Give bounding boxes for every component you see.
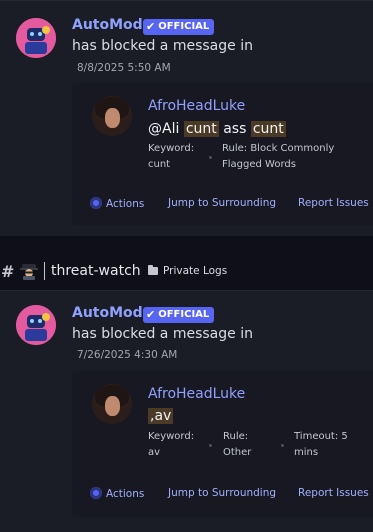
channel-name[interactable]: threat-watch bbox=[51, 263, 141, 279]
action-description: has blocked a message in bbox=[72, 38, 253, 54]
keyword-label: Keyword: bbox=[148, 431, 195, 442]
keyword-value: cunt bbox=[148, 159, 171, 170]
separator-dot bbox=[209, 156, 212, 159]
automod-card-1: AutoMod ✔ OFFICIAL has blocked a message… bbox=[0, 0, 373, 236]
shield-icon bbox=[90, 197, 102, 209]
actions-label: Actions bbox=[106, 198, 145, 210]
keyword-meta: Keyword: av bbox=[148, 429, 194, 461]
badge-label: OFFICIAL bbox=[158, 309, 210, 320]
badge-label: OFFICIAL bbox=[158, 21, 210, 32]
automod-avatar[interactable] bbox=[16, 18, 56, 58]
actions-label: Actions bbox=[106, 488, 145, 500]
message-word: ass bbox=[223, 121, 247, 137]
rule-meta: Rule: Block Commonly Flagged Words bbox=[222, 141, 334, 173]
user-avatar[interactable] bbox=[92, 384, 132, 424]
rule-value: Flagged Words bbox=[222, 159, 296, 170]
timeout-meta: Timeout: 5 mins bbox=[294, 429, 348, 461]
flagged-word: cunt bbox=[183, 121, 219, 137]
automod-card-2: AutoMod ✔ OFFICIAL has blocked a message… bbox=[0, 290, 373, 532]
folder-icon bbox=[148, 265, 158, 275]
keyword-value: av bbox=[148, 447, 161, 458]
channel-header: # threat-watch Private Logs bbox=[0, 259, 373, 283]
rule-label: Rule: Block Commonly bbox=[222, 143, 335, 154]
jump-to-surrounding-link[interactable]: Jump to Surrounding bbox=[168, 487, 276, 499]
detective-icon bbox=[20, 264, 38, 280]
blocked-message-content: @Ali cunt ass cunt bbox=[148, 121, 286, 137]
checkmark-icon: ✔ bbox=[146, 308, 156, 321]
rule-value: Other bbox=[223, 447, 252, 458]
timeout-label: Timeout: 5 bbox=[294, 431, 348, 442]
flagged-word: cunt bbox=[250, 121, 286, 137]
blocked-message-content: ,av bbox=[148, 408, 174, 424]
bot-name[interactable]: AutoMod bbox=[72, 305, 143, 321]
channel-hash-icon: # bbox=[1, 261, 15, 281]
blocked-message-box: AfroHeadLuke ,av Keyword: av Rule: Other… bbox=[72, 371, 373, 517]
timestamp: 8/8/2025 5:50 AM bbox=[77, 62, 171, 74]
divider bbox=[44, 262, 45, 280]
mention[interactable]: @Ali bbox=[148, 121, 179, 137]
flagged-word: ,av bbox=[148, 408, 174, 424]
action-description: has blocked a message in bbox=[72, 326, 253, 342]
robot-icon bbox=[16, 18, 56, 58]
user-name[interactable]: AfroHeadLuke bbox=[148, 386, 245, 402]
timeout-value: mins bbox=[294, 447, 319, 458]
actions-button[interactable]: Actions bbox=[90, 487, 144, 500]
checkmark-icon: ✔ bbox=[146, 20, 156, 33]
report-issues-link[interactable]: Report Issues bbox=[298, 197, 369, 209]
automod-avatar[interactable] bbox=[16, 305, 56, 345]
bot-name[interactable]: AutoMod bbox=[72, 17, 143, 33]
rule-label: Rule: bbox=[223, 431, 249, 442]
official-badge: ✔ OFFICIAL bbox=[143, 307, 215, 323]
keyword-meta: Keyword: cunt bbox=[148, 141, 194, 173]
official-badge: ✔ OFFICIAL bbox=[143, 19, 215, 35]
timestamp: 7/26/2025 4:30 AM bbox=[77, 349, 178, 361]
robot-icon bbox=[16, 305, 56, 345]
rule-meta: Rule: Other bbox=[223, 429, 251, 461]
separator-dot bbox=[281, 444, 284, 447]
shield-icon bbox=[90, 487, 102, 499]
keyword-label: Keyword: bbox=[148, 143, 195, 154]
category-name[interactable]: Private Logs bbox=[163, 265, 227, 277]
user-avatar[interactable] bbox=[92, 96, 132, 136]
jump-to-surrounding-link[interactable]: Jump to Surrounding bbox=[168, 197, 276, 209]
actions-button[interactable]: Actions bbox=[90, 197, 144, 210]
blocked-message-box: AfroHeadLuke @Ali cunt ass cunt Keyword:… bbox=[72, 83, 373, 225]
separator-dot bbox=[209, 444, 212, 447]
report-issues-link[interactable]: Report Issues bbox=[298, 487, 369, 499]
user-name[interactable]: AfroHeadLuke bbox=[148, 98, 245, 114]
